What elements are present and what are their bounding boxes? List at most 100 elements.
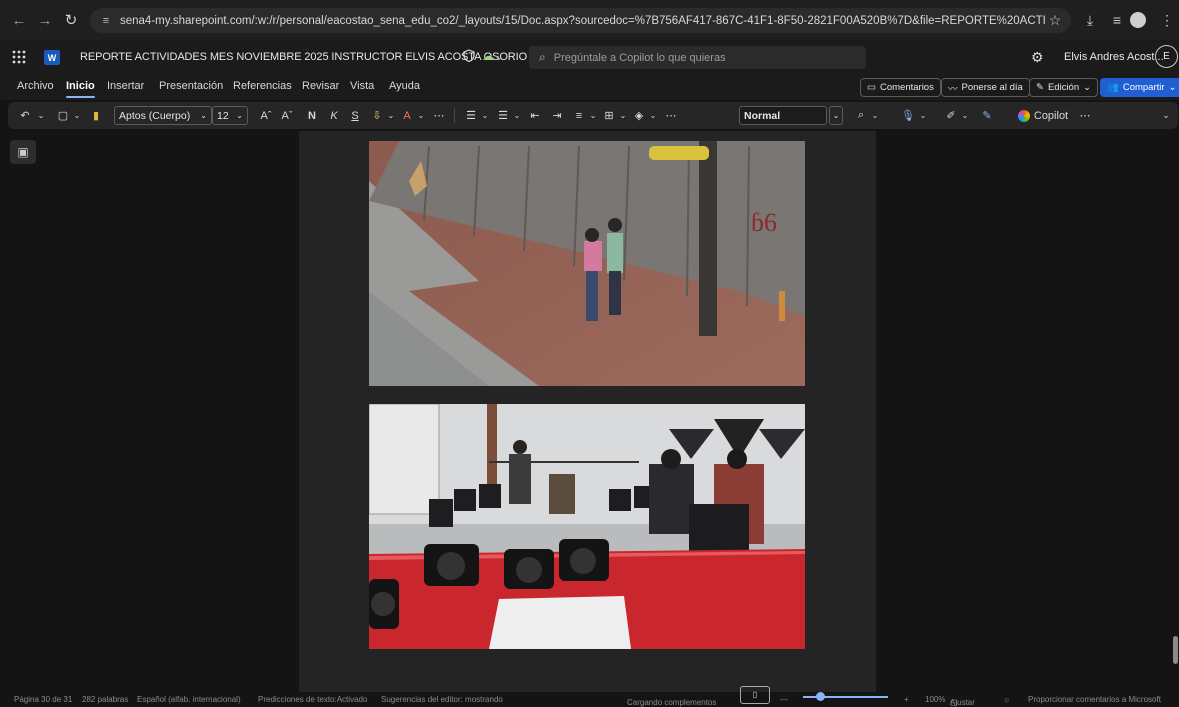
tab-insertar[interactable]: Insertar [107, 80, 144, 92]
chevron-down-icon[interactable]: ⌄ [386, 107, 396, 124]
scrollbar-thumb[interactable] [1173, 636, 1178, 664]
site-settings-icon[interactable]: ≡ [98, 13, 114, 29]
find-icon[interactable]: ⌕ [854, 107, 868, 124]
align-icon[interactable]: ≡ [572, 107, 586, 124]
shrink-font-icon[interactable]: Aˇ [280, 107, 294, 124]
tab-inicio[interactable]: Inicio [66, 80, 95, 98]
app-launcher-icon[interactable] [10, 48, 28, 66]
more-options-icon[interactable]: ⋯ [1078, 107, 1092, 124]
reading-list-icon[interactable]: ≡ [1107, 10, 1127, 30]
chevron-down-icon[interactable]: ⌄ [588, 107, 598, 124]
highlight-icon[interactable]: ⇩ [370, 107, 384, 124]
editor-suggestions-status[interactable]: Sugerencias del editor: mostrando [381, 695, 503, 704]
avatar[interactable]: E [1155, 45, 1178, 68]
copilot-search-input[interactable]: ⌕ Pregúntale a Copilot lo que quieras [529, 46, 866, 69]
increase-indent-icon[interactable]: ⇥ [550, 107, 564, 124]
bold-button[interactable]: N [306, 107, 318, 124]
user-name[interactable]: Elvis Andres Acost... [1064, 51, 1164, 63]
profile-icon[interactable] [1130, 12, 1146, 28]
addins-loading-label: Cargando complementos [627, 698, 717, 707]
font-color-icon[interactable]: A [400, 107, 414, 124]
brightness-icon[interactable]: ☼ [1003, 695, 1010, 704]
editor-icon[interactable]: ✎ [980, 107, 994, 124]
zoom-out-button[interactable]: — [780, 695, 788, 704]
sensitivity-icon[interactable]: ✐ [944, 107, 958, 124]
zoom-in-button[interactable]: + [904, 695, 909, 704]
chevron-down-icon[interactable]: ⌄ [480, 107, 490, 124]
format-painter-icon[interactable]: ▮ [90, 107, 102, 124]
tab-presentacion[interactable]: Presentación [159, 80, 223, 92]
word-logo-icon[interactable]: W [44, 50, 60, 65]
more-font-options-icon[interactable]: ⋯ [432, 107, 446, 124]
bookmark-star-icon[interactable]: ☆ [1045, 12, 1065, 29]
expand-ribbon-icon[interactable]: ⌄ [1160, 107, 1172, 124]
share-button[interactable]: 👥 Compartir ⌄ [1100, 78, 1179, 97]
copilot-search-placeholder: Pregúntale a Copilot lo que quieras [553, 51, 726, 64]
style-select[interactable]: Normal [739, 106, 827, 125]
copilot-button[interactable]: Copilot [1012, 107, 1074, 124]
sensitivity-shield-icon[interactable] [463, 49, 475, 62]
chevron-down-icon[interactable]: ⌄ [870, 107, 880, 124]
strikethrough-button[interactable]: S [349, 107, 361, 124]
comment-icon: ▭ [867, 82, 876, 93]
clipboard-icon[interactable]: ▢ [56, 107, 70, 124]
comments-button[interactable]: ▭ Comentarios [860, 78, 941, 97]
more-menu-icon[interactable]: ⋮ [1157, 10, 1177, 30]
zoom-level[interactable]: 100% [925, 695, 945, 704]
chevron-down-icon[interactable]: ⌄ [416, 107, 426, 124]
tab-archivo[interactable]: Archivo [17, 80, 54, 92]
tab-revisar[interactable]: Revisar [302, 80, 339, 92]
word-count[interactable]: 282 palabras [82, 695, 128, 704]
font-size-select[interactable]: 12 ⌄ [212, 106, 248, 125]
document-title[interactable]: REPORTE ACTIVIDADES MES NOVIEMBRE 2025 I… [80, 51, 527, 63]
comments-label: Comentarios [879, 82, 934, 93]
browser-toolbar: ← → ↻ ≡ sena4-my.sharepoint.com/:w:/r/pe… [0, 0, 1179, 40]
editing-label: Edición [1047, 82, 1080, 93]
saved-cloud-icon[interactable]: ☁⌄ [482, 49, 504, 63]
chevron-down-icon[interactable]: ⌄ [512, 107, 522, 124]
chevron-down-icon[interactable]: ⌄ [918, 107, 928, 124]
more-paragraph-options-icon[interactable]: ⋯ [664, 107, 678, 124]
language-indicator[interactable]: Español (alfab. internacional) [137, 695, 241, 704]
style-dropdown-button[interactable]: ⌄ [829, 106, 843, 125]
download-icon[interactable]: ⤓ [1080, 10, 1100, 30]
address-bar[interactable]: ≡ sena4-my.sharepoint.com/:w:/r/personal… [90, 8, 1071, 33]
chevron-down-icon[interactable]: ⌄ [960, 107, 970, 124]
chevron-down-icon[interactable]: ⌄ [648, 107, 658, 124]
reload-icon[interactable]: ↻ [60, 9, 82, 31]
borders-icon[interactable]: ⊞ [602, 107, 616, 124]
page-count[interactable]: Página 30 de 31 [14, 695, 72, 704]
navigation-pane-icon[interactable]: ▣ [10, 140, 36, 164]
editing-mode-button[interactable]: ✎ Edición ⌄ [1029, 78, 1099, 97]
catch-up-icon: 〰 [948, 83, 958, 95]
font-name-select[interactable]: Aptos (Cuerpo) ⌄ [114, 106, 212, 125]
zoom-slider-thumb[interactable] [816, 692, 825, 701]
grow-font-icon[interactable]: Aˆ [259, 107, 273, 124]
undo-icon[interactable]: ↶ [18, 107, 32, 124]
text-predictions-status[interactable]: Predicciones de texto:Activado [258, 695, 367, 704]
photo-street-scene[interactable]: ɓ6 [369, 141, 805, 386]
dictate-mic-icon[interactable]: 🎙 [901, 107, 915, 124]
shading-icon[interactable]: ◈ [632, 107, 646, 124]
bullets-icon[interactable]: ☰ [464, 107, 478, 124]
pencil-icon: ✎ [1036, 82, 1044, 93]
tab-referencias[interactable]: Referencias [233, 80, 292, 92]
tab-ayuda[interactable]: Ayuda [389, 80, 420, 92]
chevron-down-icon[interactable]: ⌄ [618, 107, 628, 124]
tab-vista[interactable]: Vista [350, 80, 374, 92]
settings-gear-icon[interactable]: ⚙ [1031, 49, 1044, 66]
view-mode-button[interactable]: ▯ [740, 686, 770, 704]
photo-studio-cameras[interactable] [369, 404, 805, 649]
back-icon[interactable]: ← [8, 9, 30, 31]
chevron-down-icon[interactable]: ⌄ [72, 107, 82, 124]
chevron-down-icon[interactable]: ⌄ [36, 107, 46, 124]
feedback-link[interactable]: Proporcionar comentarios a Microsoft [1028, 695, 1161, 704]
people-icon: 👥 [1107, 82, 1119, 93]
font-name-value: Aptos (Cuerpo) [119, 109, 191, 122]
catch-up-button[interactable]: 〰 Ponerse al día [941, 78, 1030, 97]
decrease-indent-icon[interactable]: ⇤ [528, 107, 542, 124]
numbering-icon[interactable]: ☰ [496, 107, 510, 124]
copilot-search-icon: ⌕ [539, 50, 546, 64]
forward-icon[interactable]: → [34, 9, 56, 31]
italic-button[interactable]: K [328, 107, 340, 124]
